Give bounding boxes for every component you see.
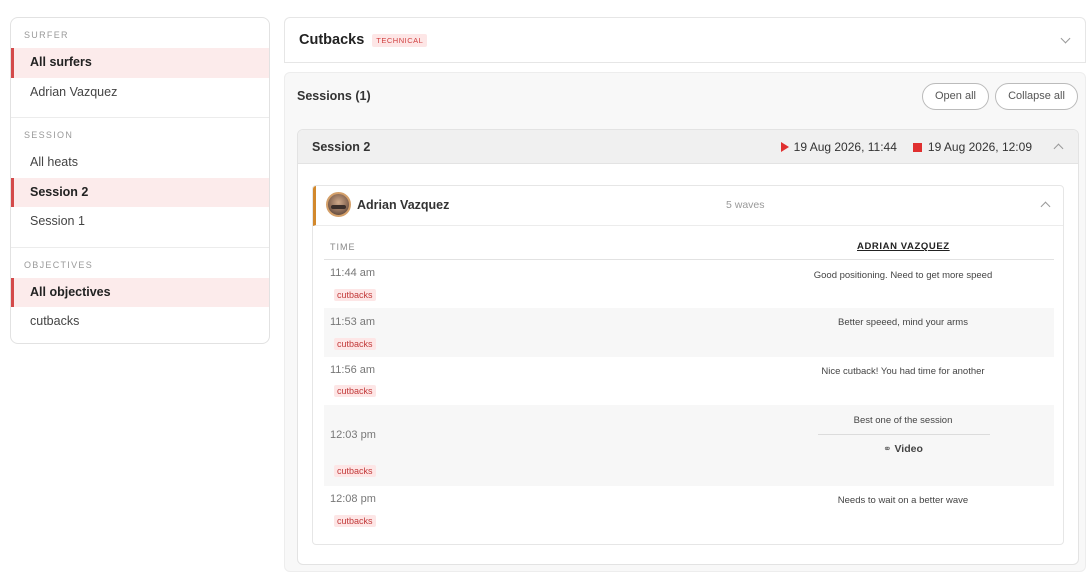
avatar [326,192,351,217]
session-header[interactable]: Session 2 19 Aug 2026, 11:44 19 Aug 2026… [298,130,1078,164]
link-icon: ⚭ [883,444,892,455]
wave-note: Good positioning. Need to get more speed [813,270,993,281]
play-icon [780,142,789,152]
collapse-all-button[interactable]: Collapse all [995,83,1078,110]
sessions-count-title: Sessions (1) [297,89,371,103]
surfer-column-header[interactable]: ADRIAN VAZQUEZ [857,241,950,252]
note-divider [818,434,990,435]
video-link-label: Video [894,443,923,455]
table-row: 12:08 pm cutbacks Needs to wait on a bet… [324,486,1054,534]
wave-time: 12:03 pm [330,429,376,441]
session-name: Session 2 [312,140,371,154]
wave-time: 11:44 am [330,267,376,279]
sidebar-item-session-1[interactable]: Session 1 [11,207,269,237]
sidebar-item-cutbacks[interactable]: cutbacks [11,307,269,337]
wave-count: 5 waves [726,199,765,211]
chevron-down-icon[interactable] [1060,33,1071,44]
session-card: Session 2 19 Aug 2026, 11:44 19 Aug 2026… [297,129,1079,565]
chevron-up-icon[interactable] [1040,201,1051,212]
wave-time: 11:53 am [330,316,376,328]
objective-tag: cutbacks [334,338,376,350]
table-row: 11:44 am cutbacks Good positioning. Need… [324,260,1054,308]
surfer-heading: SURFER [24,30,69,40]
sidebar-item-adrian-vazquez[interactable]: Adrian Vazquez [11,78,269,108]
sidebar-item-all-heats[interactable]: All heats [11,148,269,178]
waves-table: TIME ADRIAN VAZQUEZ 11:44 am cutbacks Go… [324,236,1054,534]
objective-tag: cutbacks [334,515,376,527]
table-row: 11:53 am cutbacks Better speeed, mind yo… [324,308,1054,357]
surfer-name: Adrian Vazquez [357,198,450,212]
filter-sidebar: SURFER All surfers Adrian Vazquez SESSIO… [10,17,270,344]
open-all-button[interactable]: Open all [922,83,989,110]
wave-note: Best one of the session [853,415,953,426]
stop-icon [912,142,922,152]
objectives-filter-section: OBJECTIVES All objectives cutbacks [11,248,269,344]
sidebar-item-all-surfers[interactable]: All surfers [11,48,269,78]
objectives-heading: OBJECTIVES [24,259,94,270]
wave-note: Needs to wait on a better wave [837,495,969,506]
surfer-card-header[interactable]: Adrian Vazquez 5 waves [313,186,1063,226]
objective-category-badge: TECHNICAL [372,33,428,47]
objective-tag: cutbacks [334,385,376,397]
table-header-row: TIME ADRIAN VAZQUEZ [324,236,1054,260]
session-filter-section: SESSION All heats Session 2 Session 1 [11,118,269,248]
chevron-up-icon[interactable] [1053,143,1064,154]
objective-header[interactable]: Cutbacks TECHNICAL [284,17,1086,63]
session-end-time: 19 Aug 2026, 12:09 [927,140,1032,154]
surfer-filter-section: SURFER All surfers Adrian Vazquez [11,18,269,118]
wave-time: 12:08 pm [330,493,376,505]
session-time-range: 19 Aug 2026, 11:44 19 Aug 2026, 12:09 [780,140,1032,154]
objective-tag: cutbacks [334,465,376,477]
sidebar-item-session-2[interactable]: Session 2 [11,177,269,207]
objective-tag: cutbacks [334,289,376,301]
sessions-panel: Sessions (1) Open all Collapse all Sessi… [284,72,1086,572]
video-link[interactable]: ⚭ Video [808,443,998,455]
sidebar-item-all-objectives[interactable]: All objectives [11,277,269,307]
wave-note: Nice cutback! You had time for another [821,366,985,377]
surfer-card: Adrian Vazquez 5 waves TIME ADRIAN VAZQU… [312,185,1064,545]
session-start-time: 19 Aug 2026, 11:44 [793,140,897,154]
objective-title: Cutbacks [299,32,365,48]
wave-note: Better speeed, mind your arms [838,317,968,328]
time-column-header: TIME [330,242,356,252]
wave-time: 11:56 am [330,364,376,376]
session-heading: SESSION [24,130,74,140]
table-row: 11:56 am cutbacks Nice cutback! You had … [324,357,1054,405]
table-row: 12:03 pm cutbacks Best one of the sessio… [324,405,1054,486]
